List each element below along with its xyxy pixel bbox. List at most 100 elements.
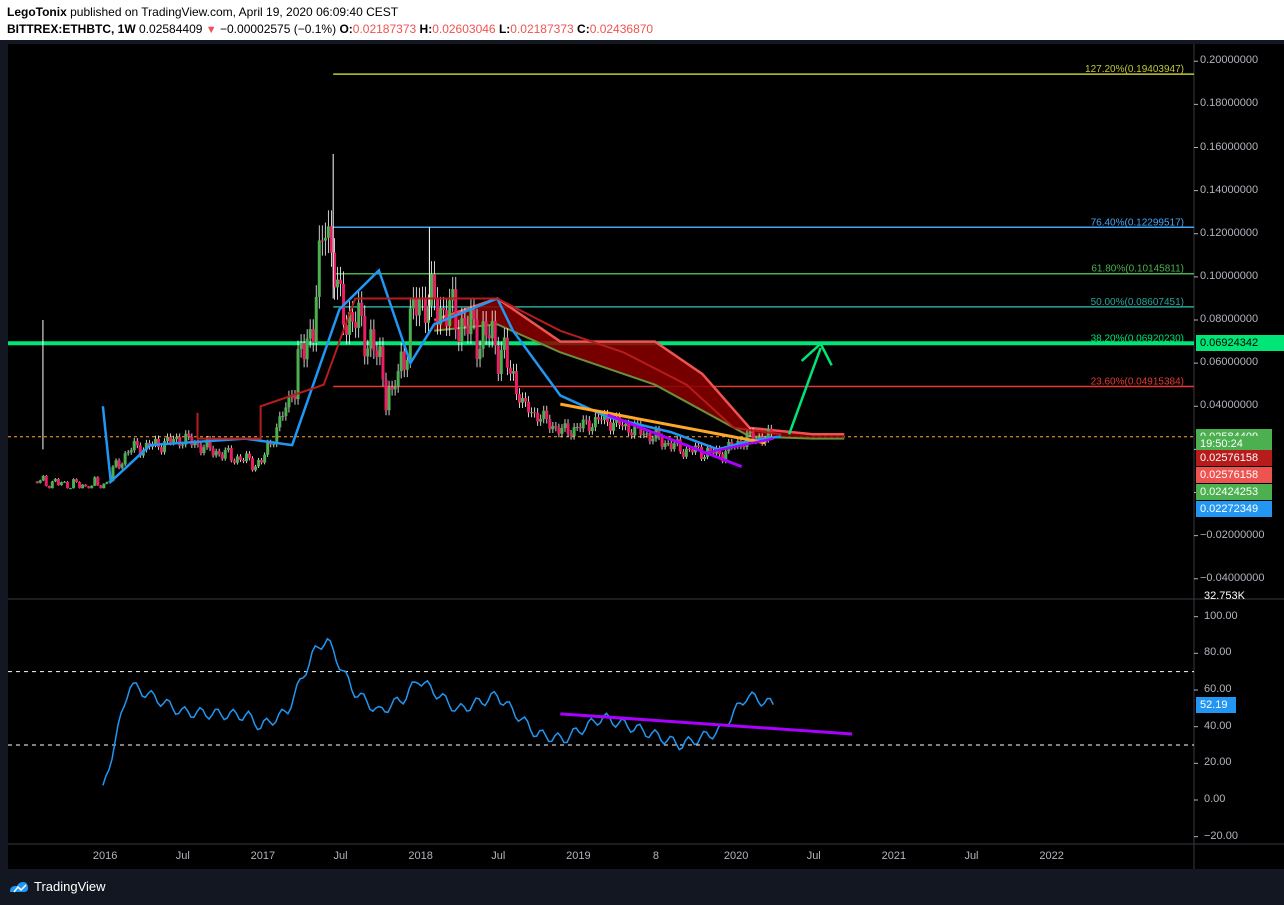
candle-body: [87, 486, 91, 489]
candle-body: [293, 395, 297, 400]
candle-body: [169, 436, 173, 443]
candle-body: [457, 329, 461, 343]
candle-body: [78, 481, 82, 489]
candle-body: [533, 412, 537, 414]
time-axis-label: 2022: [1039, 850, 1064, 862]
publish-header: LegoTonix published on TradingView.com, …: [0, 0, 1284, 40]
candle-body: [308, 329, 312, 339]
candle-body: [317, 240, 321, 297]
candle-body: [281, 416, 285, 418]
candle-body: [621, 424, 625, 427]
candle-body: [502, 337, 506, 350]
candle-body: [244, 453, 248, 462]
time-axis-label: 2016: [92, 850, 118, 862]
candle-body: [56, 478, 60, 486]
author-name[interactable]: LegoTonix: [7, 5, 67, 19]
candle-body: [433, 274, 437, 299]
tradingview-logo-icon[interactable]: [8, 879, 30, 895]
candle-body: [545, 410, 549, 420]
projection-arrow-shaft: [787, 347, 822, 435]
candle-body: [172, 438, 176, 443]
last-price: 0.02584409: [139, 22, 203, 36]
candle-body: [572, 427, 576, 437]
candle-body: [235, 456, 239, 463]
time-axis-label: 2020: [723, 850, 749, 862]
candle-body: [238, 456, 242, 461]
candle-body: [511, 371, 515, 374]
candle-body: [490, 320, 494, 339]
candle-body: [703, 457, 707, 459]
candle-body: [651, 438, 655, 442]
time-axis-label: Jul: [491, 850, 506, 862]
candle-body: [202, 447, 206, 454]
candle-body: [53, 478, 57, 482]
candle-body: [129, 450, 133, 453]
candle-body: [466, 325, 470, 335]
rsi-value-tag: 52.19: [1196, 696, 1236, 713]
price-tag: 0.06924342: [1196, 335, 1284, 352]
candle-body: [59, 482, 63, 486]
candle-body: [166, 436, 170, 442]
candle-body: [223, 449, 227, 459]
fib-level-label: 127.20%(0.19403947): [1085, 64, 1184, 75]
candle-body: [384, 379, 388, 411]
candle-body: [120, 464, 124, 468]
candle-body: [645, 433, 649, 435]
candle-body: [369, 329, 373, 349]
candle-body: [505, 337, 509, 368]
candle-body: [211, 448, 215, 456]
candle-body: [65, 481, 69, 489]
candle-body: [475, 319, 479, 360]
candle-body: [44, 475, 48, 487]
candle-body: [417, 299, 421, 316]
candle-body: [41, 475, 45, 481]
candle-body: [156, 438, 160, 448]
candle-body: [62, 481, 66, 483]
tradingview-brand[interactable]: TradingView: [34, 879, 106, 894]
candle-body: [175, 436, 179, 439]
candle-body: [38, 480, 42, 483]
candle-body: [681, 451, 685, 457]
candle-body: [99, 485, 103, 489]
price-tag: 0.02424253: [1196, 484, 1272, 501]
candle-body: [566, 423, 570, 434]
candle-body: [463, 318, 467, 326]
price-axis-label: −0.04000000: [1200, 571, 1265, 584]
candle-body: [663, 443, 667, 447]
candle-body: [296, 349, 300, 400]
chart-canvas[interactable]: 127.20%(0.19403947) 76.40%(0.12299517) 61.…: [8, 44, 1284, 869]
candle-body: [748, 431, 752, 434]
candle-body: [539, 418, 543, 422]
candle-body: [536, 412, 540, 422]
candle-body: [530, 412, 534, 414]
open-label: O:: [339, 22, 353, 36]
candle-body: [593, 417, 597, 428]
candle-body: [105, 482, 109, 484]
candle-body: [624, 423, 628, 427]
symbol-label[interactable]: BITTREX:ETHBTC, 1W: [7, 22, 136, 36]
price-tag: 0.02576158: [1196, 466, 1272, 483]
candle-body: [408, 308, 412, 360]
candle-body: [378, 346, 382, 357]
candle-body: [314, 296, 318, 343]
candle-body: [669, 443, 673, 450]
candle-body: [114, 460, 118, 467]
candle-body: [690, 449, 694, 453]
chart-area[interactable]: 127.20%(0.19403947) 76.40%(0.12299517) 61.…: [8, 44, 1284, 869]
candle-body: [187, 433, 191, 437]
candle-body: [220, 454, 224, 459]
candle-body: [260, 459, 264, 463]
low-value: 0.02187373: [510, 22, 574, 36]
candle-body: [742, 446, 746, 448]
candle-body: [405, 359, 409, 370]
low-label: L:: [498, 22, 511, 36]
candle-body: [696, 445, 700, 447]
price-axis-label: −0.02000000: [1200, 528, 1265, 541]
candle-body: [226, 447, 230, 450]
candle-body: [627, 423, 631, 433]
candle-body: [472, 309, 476, 320]
candle-body: [214, 451, 218, 456]
rsi-line: [102, 637, 774, 786]
candle-body: [272, 444, 276, 446]
candle-body: [387, 387, 391, 411]
